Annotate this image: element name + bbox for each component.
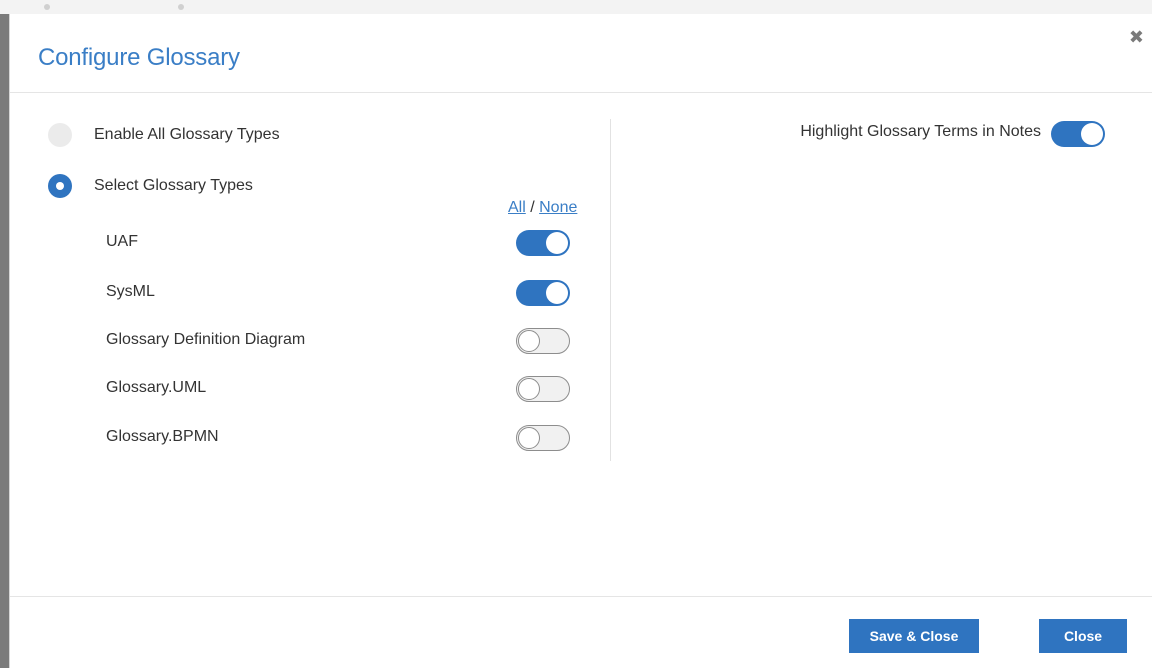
- background-page-strip: [0, 0, 1152, 14]
- highlight-terms-label: Highlight Glossary Terms in Notes: [800, 123, 1041, 140]
- glossary-type-label: UAF: [106, 233, 138, 250]
- dialog-body: Enable All Glossary Types Select Glossar…: [10, 94, 1152, 596]
- glossary-type-label: Glossary Definition Diagram: [106, 331, 306, 348]
- glossary-type-label: Glossary.UML: [106, 379, 207, 396]
- select-types-option[interactable]: Select Glossary Types: [48, 173, 253, 199]
- enable-all-option[interactable]: Enable All Glossary Types: [48, 122, 280, 148]
- background-dot: [44, 4, 50, 10]
- all-none-separator: /: [525, 199, 540, 216]
- highlight-terms-option: Highlight Glossary Terms in Notes: [650, 121, 1105, 147]
- all-none-links: All / None: [508, 199, 577, 217]
- column-divider: [610, 119, 611, 461]
- glossary-type-label: Glossary.BPMN: [106, 428, 219, 445]
- dialog-footer: Save & Close Close: [10, 596, 1152, 668]
- glossary-type-toggle[interactable]: [516, 280, 570, 306]
- save-close-button[interactable]: Save & Close: [849, 619, 979, 653]
- close-button[interactable]: Close: [1039, 619, 1127, 653]
- glossary-type-row: Glossary.UML: [106, 376, 576, 402]
- glossary-type-label: SysML: [106, 283, 155, 300]
- background-dot: [178, 4, 184, 10]
- close-x-icon[interactable]: ✖: [1129, 28, 1144, 46]
- select-types-label: Select Glossary Types: [94, 177, 253, 194]
- glossary-type-toggle[interactable]: [516, 376, 570, 402]
- dialog-title: Configure Glossary: [38, 44, 240, 71]
- highlight-terms-toggle[interactable]: [1051, 121, 1105, 147]
- enable-all-radio[interactable]: [48, 123, 72, 147]
- glossary-type-row: SysML: [106, 280, 576, 306]
- glossary-type-row: UAF: [106, 230, 576, 256]
- glossary-type-row: Glossary.BPMN: [106, 425, 576, 451]
- glossary-type-row: Glossary Definition Diagram: [106, 328, 576, 354]
- select-all-link[interactable]: All: [508, 199, 526, 216]
- glossary-type-toggle[interactable]: [516, 230, 570, 256]
- glossary-type-toggle[interactable]: [516, 425, 570, 451]
- select-none-link[interactable]: None: [539, 199, 577, 216]
- select-types-radio[interactable]: [48, 174, 72, 198]
- enable-all-label: Enable All Glossary Types: [94, 126, 280, 143]
- glossary-type-toggle[interactable]: [516, 328, 570, 354]
- glossary-types-panel: Enable All Glossary Types Select Glossar…: [10, 94, 610, 596]
- configure-glossary-dialog: Configure Glossary ✖ Enable All Glossary…: [9, 14, 1152, 668]
- dialog-header: Configure Glossary ✖: [10, 14, 1152, 93]
